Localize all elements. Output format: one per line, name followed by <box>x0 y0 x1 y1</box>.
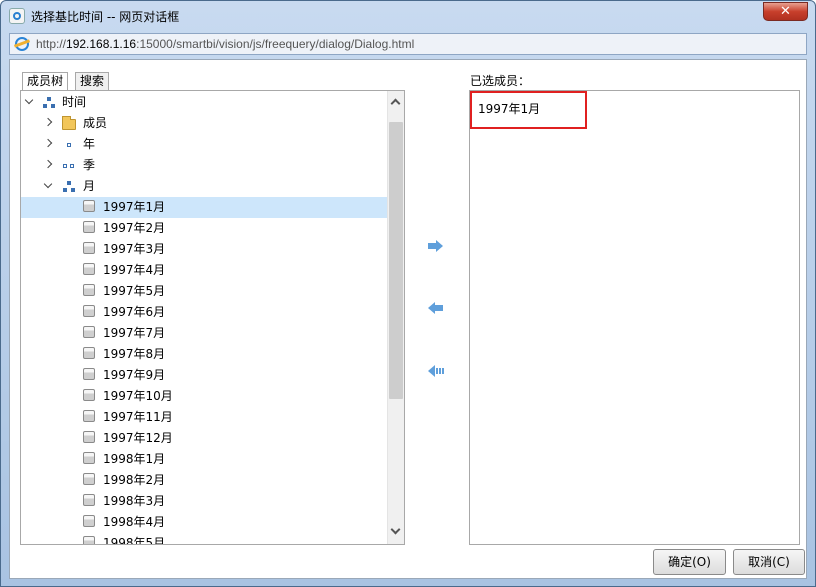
tree-node-label: 月 <box>83 179 96 193</box>
close-button[interactable]: ✕ <box>763 2 808 21</box>
tree-member-item[interactable]: 1998年3月 <box>21 491 387 512</box>
member-icon <box>83 494 95 506</box>
page-icon <box>9 8 25 24</box>
window-title: 选择基比时间 -- 网页对话框 <box>31 10 180 24</box>
level-month-icon <box>62 180 76 193</box>
tree-member-label: 1998年4月 <box>103 515 166 529</box>
address-url: http://192.168.1.16:15000/smartbi/vision… <box>36 37 414 51</box>
tree-scrollbar[interactable] <box>387 91 404 544</box>
tree-member-label: 1997年12月 <box>103 431 173 445</box>
scroll-up-icon[interactable] <box>390 98 401 109</box>
url-path: :15000/smartbi/vision/js/freequery/dialo… <box>136 37 415 51</box>
member-icon <box>83 368 95 380</box>
tree-member-label: 1998年2月 <box>103 473 166 487</box>
selected-members-label: 已选成员： <box>470 74 531 88</box>
tree-node-label: 成员 <box>83 116 108 130</box>
member-icon <box>83 200 95 212</box>
tab-member-tree[interactable]: 成员树 <box>22 72 69 90</box>
arrow-left-icon[interactable] <box>428 302 444 314</box>
member-icon <box>83 452 95 464</box>
arrow-left-all-icon[interactable] <box>428 365 444 377</box>
member-icon <box>83 536 95 544</box>
member-tree-panel: 时间 成员 年 季 月 1997年1月 1997年2月 1997年3月 1997… <box>20 90 405 545</box>
tree-member-item[interactable]: 1997年4月 <box>21 260 387 281</box>
tree-node-label: 时间 <box>62 95 87 109</box>
tree-member-item[interactable]: 1997年2月 <box>21 218 387 239</box>
tree-member-item[interactable]: 1997年8月 <box>21 344 387 365</box>
tree-member-item[interactable]: 1998年4月 <box>21 512 387 533</box>
tree-node-label: 年 <box>83 137 96 151</box>
tree-member-item[interactable]: 1997年3月 <box>21 239 387 260</box>
tree-member-label: 1997年10月 <box>103 389 173 403</box>
tree-node-quarter[interactable]: 季 <box>21 155 387 176</box>
tree-member-item[interactable]: 1997年5月 <box>21 281 387 302</box>
member-icon <box>83 305 95 317</box>
browser-icon <box>15 37 29 51</box>
tree-member-label: 1998年3月 <box>103 494 166 508</box>
scroll-down-icon[interactable] <box>390 524 401 535</box>
hierarchy-icon <box>42 96 56 109</box>
tree-member-label: 1997年8月 <box>103 347 166 361</box>
address-bar: http://192.168.1.16:15000/smartbi/vision… <box>9 33 807 55</box>
tree-member-item[interactable]: 1997年10月 <box>21 386 387 407</box>
tree-member-item[interactable]: 1997年6月 <box>21 302 387 323</box>
member-icon <box>83 326 95 338</box>
dialog-window: 选择基比时间 -- 网页对话框 ✕ http://192.168.1.16:15… <box>0 0 816 587</box>
level-year-icon <box>62 138 76 151</box>
tree-member-label: 1997年11月 <box>103 410 173 424</box>
tree-member-item[interactable]: 1998年2月 <box>21 470 387 491</box>
tree-node-label: 季 <box>83 158 96 172</box>
tree-member-label: 1997年2月 <box>103 221 166 235</box>
scroll-thumb[interactable] <box>389 122 403 399</box>
member-icon <box>83 515 95 527</box>
tree-node-year[interactable]: 年 <box>21 134 387 155</box>
level-quarter-icon <box>62 159 76 172</box>
tree-member-label: 1997年6月 <box>103 305 166 319</box>
selected-members-list: 1997年1月 <box>469 90 800 545</box>
tree-member-label: 1997年5月 <box>103 284 166 298</box>
tree-node-time[interactable]: 时间 <box>21 92 387 113</box>
tree-member-label: 1997年3月 <box>103 242 166 256</box>
tree-member-label: 1998年1月 <box>103 452 166 466</box>
member-icon <box>83 221 95 233</box>
chevron-right-icon[interactable] <box>43 117 53 127</box>
tree-member-item[interactable]: 1997年12月 <box>21 428 387 449</box>
tree-node-month[interactable]: 月 <box>21 176 387 197</box>
tree-member-label: 1998年5月 <box>103 536 166 545</box>
tab-search[interactable]: 搜索 <box>75 72 110 90</box>
member-icon <box>83 347 95 359</box>
folder-icon <box>62 116 76 130</box>
tree-member-item[interactable]: 1998年1月 <box>21 449 387 470</box>
member-icon <box>83 263 95 275</box>
chevron-right-icon[interactable] <box>43 138 53 148</box>
tree-member-label: 1997年4月 <box>103 263 166 277</box>
chevron-down-icon[interactable] <box>43 179 53 189</box>
ok-button[interactable]: 确定(O) <box>653 549 726 575</box>
url-host: 192.168.1.16 <box>66 37 137 51</box>
selected-member-item[interactable]: 1997年1月 <box>478 100 540 117</box>
tree-member-label: 1997年7月 <box>103 326 166 340</box>
tree-member-label: 1997年9月 <box>103 368 166 382</box>
cancel-button[interactable]: 取消(C) <box>733 549 805 575</box>
tree-member-item[interactable]: 1997年7月 <box>21 323 387 344</box>
arrow-right-icon[interactable] <box>428 240 444 252</box>
title-bar: 选择基比时间 -- 网页对话框 ✕ <box>1 1 815 31</box>
member-icon <box>83 242 95 254</box>
tree-member-item[interactable]: 1997年9月 <box>21 365 387 386</box>
member-icon <box>83 410 95 422</box>
tree-node-members[interactable]: 成员 <box>21 113 387 134</box>
url-scheme: http:// <box>36 37 67 51</box>
tree-member-item[interactable]: 1997年1月 <box>21 197 387 218</box>
member-icon <box>83 431 95 443</box>
tree-member-item[interactable]: 1998年5月 <box>21 533 387 545</box>
dialog-content: 成员树 搜索 时间 成员 年 季 月 1997年1月 1997年2月 1997年… <box>9 59 807 579</box>
tree-member-item[interactable]: 1997年11月 <box>21 407 387 428</box>
chevron-right-icon[interactable] <box>43 159 53 169</box>
member-icon <box>83 389 95 401</box>
tree-member-label: 1997年1月 <box>103 200 166 214</box>
member-icon <box>83 473 95 485</box>
member-icon <box>83 284 95 296</box>
chevron-down-icon[interactable] <box>24 95 34 105</box>
